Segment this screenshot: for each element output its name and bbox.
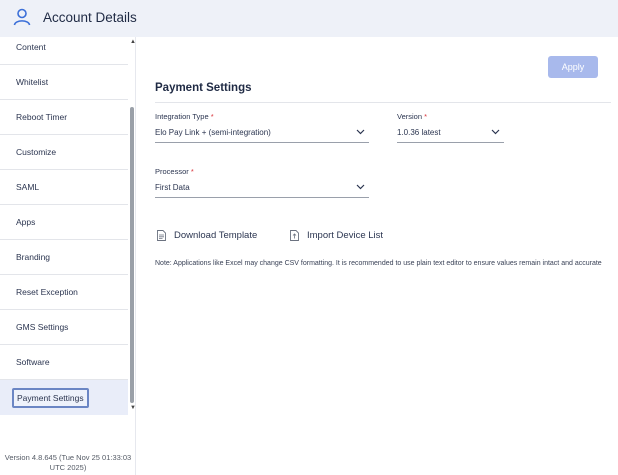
- required-marker: *: [424, 112, 428, 121]
- download-template-label: Download Template: [174, 230, 258, 241]
- sidebar-item-saml[interactable]: SAML: [0, 170, 128, 205]
- sidebar-scrollbar[interactable]: ▲ ▼: [129, 37, 136, 415]
- import-file-icon: [290, 230, 299, 241]
- sidebar-item-whitelist[interactable]: Whitelist: [0, 65, 128, 100]
- processor-value: First Data: [155, 183, 190, 192]
- sidebar-item-label: Customize: [16, 147, 57, 157]
- scroll-up-arrow-icon[interactable]: ▲: [130, 39, 136, 45]
- section-title: Payment Settings: [155, 82, 252, 94]
- sidebar-item-branding[interactable]: Branding: [0, 240, 128, 275]
- version-text: Version 4.8.645 (Tue Nov 25 01:33:03 UTC…: [4, 453, 132, 472]
- sidebar-item-reset-exception[interactable]: Reset Exception: [0, 275, 128, 310]
- integration-type-field: Integration Type * Elo Pay Link + (semi-…: [155, 112, 369, 143]
- processor-select[interactable]: First Data: [155, 181, 369, 198]
- user-icon: [13, 8, 31, 26]
- integration-type-select[interactable]: Elo Pay Link + (semi-integration): [155, 126, 369, 143]
- processor-label: Processor *: [155, 167, 194, 176]
- apply-button[interactable]: Apply: [548, 56, 598, 78]
- sidebar-item-label: Content: [16, 42, 46, 52]
- section-divider: [155, 102, 611, 103]
- processor-field: Processor * First Data: [155, 167, 369, 198]
- import-device-list-label: Import Device List: [307, 230, 384, 241]
- main-content: Apply Payment Settings Integration Type …: [137, 37, 618, 475]
- sidebar-item-reboot-timer[interactable]: Reboot Timer: [0, 100, 128, 135]
- scroll-down-arrow-icon[interactable]: ▼: [130, 405, 136, 411]
- chevron-down-icon: [356, 129, 365, 135]
- scrollbar-thumb[interactable]: [130, 107, 134, 403]
- required-marker: *: [210, 112, 214, 121]
- sidebar-item-payment-settings[interactable]: Payment Settings: [0, 380, 128, 415]
- import-device-list-link[interactable]: Import Device List: [290, 230, 383, 241]
- version-field: Version * 1.0.36 latest: [397, 112, 504, 143]
- sidebar-item-content[interactable]: Content: [0, 30, 128, 65]
- sidebar-item-gms-settings[interactable]: GMS Settings: [0, 310, 128, 345]
- download-template-link[interactable]: Download Template: [157, 230, 257, 241]
- chevron-down-icon: [491, 129, 500, 135]
- sidebar-item-label: Apps: [16, 217, 36, 227]
- version-value: 1.0.36 latest: [397, 128, 441, 137]
- sidebar: Content Whitelist Reboot Timer Customize…: [0, 37, 136, 475]
- sidebar-item-label: Reset Exception: [16, 287, 78, 297]
- sidebar-item-customize[interactable]: Customize: [0, 135, 128, 170]
- sidebar-item-label: SAML: [16, 182, 40, 192]
- sidebar-item-software[interactable]: Software: [0, 345, 128, 380]
- sidebar-item-label: Payment Settings: [12, 387, 89, 408]
- integration-type-value: Elo Pay Link + (semi-integration): [155, 128, 271, 137]
- sidebar-item-label: Reboot Timer: [16, 112, 68, 122]
- version-label: Version *: [397, 112, 428, 121]
- sidebar-item-label: Whitelist: [16, 77, 49, 87]
- required-marker: *: [190, 167, 194, 176]
- sidebar-item-apps[interactable]: Apps: [0, 205, 128, 240]
- sidebar-item-label: Software: [16, 357, 50, 367]
- sidebar-item-label: GMS Settings: [16, 322, 69, 332]
- document-icon: [157, 230, 166, 241]
- page-title: Account Details: [43, 10, 137, 25]
- csv-note: Note: Applications like Excel may change…: [155, 260, 602, 267]
- version-select[interactable]: 1.0.36 latest: [397, 126, 504, 143]
- chevron-down-icon: [356, 184, 365, 190]
- sidebar-item-label: Branding: [16, 252, 51, 262]
- integration-type-label: Integration Type *: [155, 112, 214, 121]
